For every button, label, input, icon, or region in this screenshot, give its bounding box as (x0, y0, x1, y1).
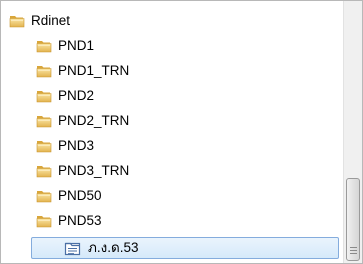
tree-item-pnd2-trn[interactable]: PND2_TRN (3, 110, 339, 132)
tree-item-pnd2[interactable]: PND2 (3, 85, 339, 107)
tree-item-label: PND1 (58, 38, 95, 53)
tree-item-pnd3[interactable]: PND3 (3, 135, 339, 157)
tree-item-label: PND3 (58, 138, 95, 153)
tree-item-label: Rdinet (31, 13, 71, 28)
folder-icon (9, 14, 25, 28)
folder-icon (36, 89, 52, 103)
tree-item-label: PND1_TRN (58, 63, 130, 78)
tree-item-pnd1-trn[interactable]: PND1_TRN (3, 60, 339, 82)
folder-tree: Rdinet PND1 PND1_TRN PND2 PND2_TRN PND3 … (1, 1, 341, 263)
folder-icon (36, 139, 52, 153)
tree-item-pnd3-trn[interactable]: PND3_TRN (3, 160, 339, 182)
scrollbar-thumb[interactable] (346, 178, 360, 261)
tree-item-label: PND3_TRN (58, 163, 130, 178)
folder-icon (36, 39, 52, 53)
document-icon (64, 242, 81, 256)
tree-item-label: PND2_TRN (58, 113, 130, 128)
folder-tree-panel: Rdinet PND1 PND1_TRN PND2 PND2_TRN PND3 … (0, 0, 363, 264)
tree-item-root[interactable]: Rdinet (3, 10, 339, 32)
folder-icon (36, 189, 52, 203)
tree-item-pnd50[interactable]: PND50 (3, 185, 339, 207)
tree-item-pnd53[interactable]: PND53 (3, 210, 339, 232)
tree-item-label: PND53 (58, 213, 102, 228)
folder-icon (36, 64, 52, 78)
tree-item-label: ภ.ง.ด.53 (88, 240, 139, 255)
grip-line (350, 250, 357, 251)
grip-line (350, 247, 357, 248)
tree-item-pnd1[interactable]: PND1 (3, 35, 339, 57)
grip-line (350, 253, 357, 254)
folder-icon (36, 214, 52, 228)
folder-icon (36, 114, 52, 128)
folder-icon (36, 164, 52, 178)
tree-item-selected-document[interactable]: ภ.ง.ด.53 (31, 237, 339, 259)
vertical-scrollbar[interactable] (343, 1, 362, 263)
tree-item-label: PND2 (58, 88, 95, 103)
tree-item-label: PND50 (58, 188, 102, 203)
